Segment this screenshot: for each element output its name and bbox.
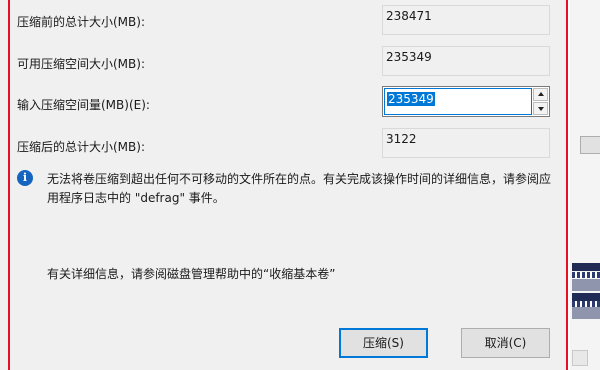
help-reference-text: 有关详细信息，请参阅磁盘管理帮助中的“收缩基本卷” — [47, 267, 336, 281]
total-after-label: 压缩后的总计大小(MB): — [17, 140, 145, 154]
total-before-value: 238471 — [382, 5, 550, 35]
shrink-amount-stepper: 235349 — [382, 86, 550, 117]
info-icon: i — [17, 170, 33, 186]
background-volume-fill — [572, 307, 600, 319]
background-volume-bar — [572, 293, 600, 301]
shrink-amount-label: 输入压缩空间量(MB)(E): — [17, 98, 150, 112]
total-after-value: 3122 — [382, 128, 550, 158]
shrink-button[interactable]: 压缩(S) — [339, 328, 428, 358]
available-space-value: 235349 — [382, 46, 550, 76]
background-window — [570, 0, 600, 370]
selection-border-right — [566, 0, 568, 370]
shrink-amount-input[interactable]: 235349 — [384, 88, 532, 115]
selection-border-left — [8, 0, 10, 370]
background-volume-stripe — [572, 272, 600, 278]
increment-button[interactable] — [533, 88, 548, 101]
arrow-up-icon — [538, 92, 544, 96]
total-before-label: 压缩前的总计大小(MB): — [17, 15, 145, 29]
background-scrollbar-button[interactable] — [572, 350, 588, 366]
background-volume-bar — [572, 263, 600, 271]
arrow-down-icon — [538, 107, 544, 111]
spin-buttons — [533, 88, 548, 115]
background-button[interactable] — [580, 136, 600, 154]
shrink-volume-dialog: 压缩前的总计大小(MB): 238471 可用压缩空间大小(MB): 23534… — [0, 0, 568, 370]
shrink-amount-selected-text: 235349 — [387, 92, 435, 106]
cancel-button[interactable]: 取消(C) — [461, 328, 550, 358]
screen: 压缩前的总计大小(MB): 238471 可用压缩空间大小(MB): 23534… — [0, 0, 600, 370]
background-volume-fill — [572, 279, 600, 291]
available-space-label: 可用压缩空间大小(MB): — [17, 57, 145, 71]
decrement-button[interactable] — [533, 102, 548, 115]
info-message: 无法将卷压缩到超出任何不可移动的文件所在的点。有关完成该操作时间的详细信息，请参… — [47, 172, 552, 205]
